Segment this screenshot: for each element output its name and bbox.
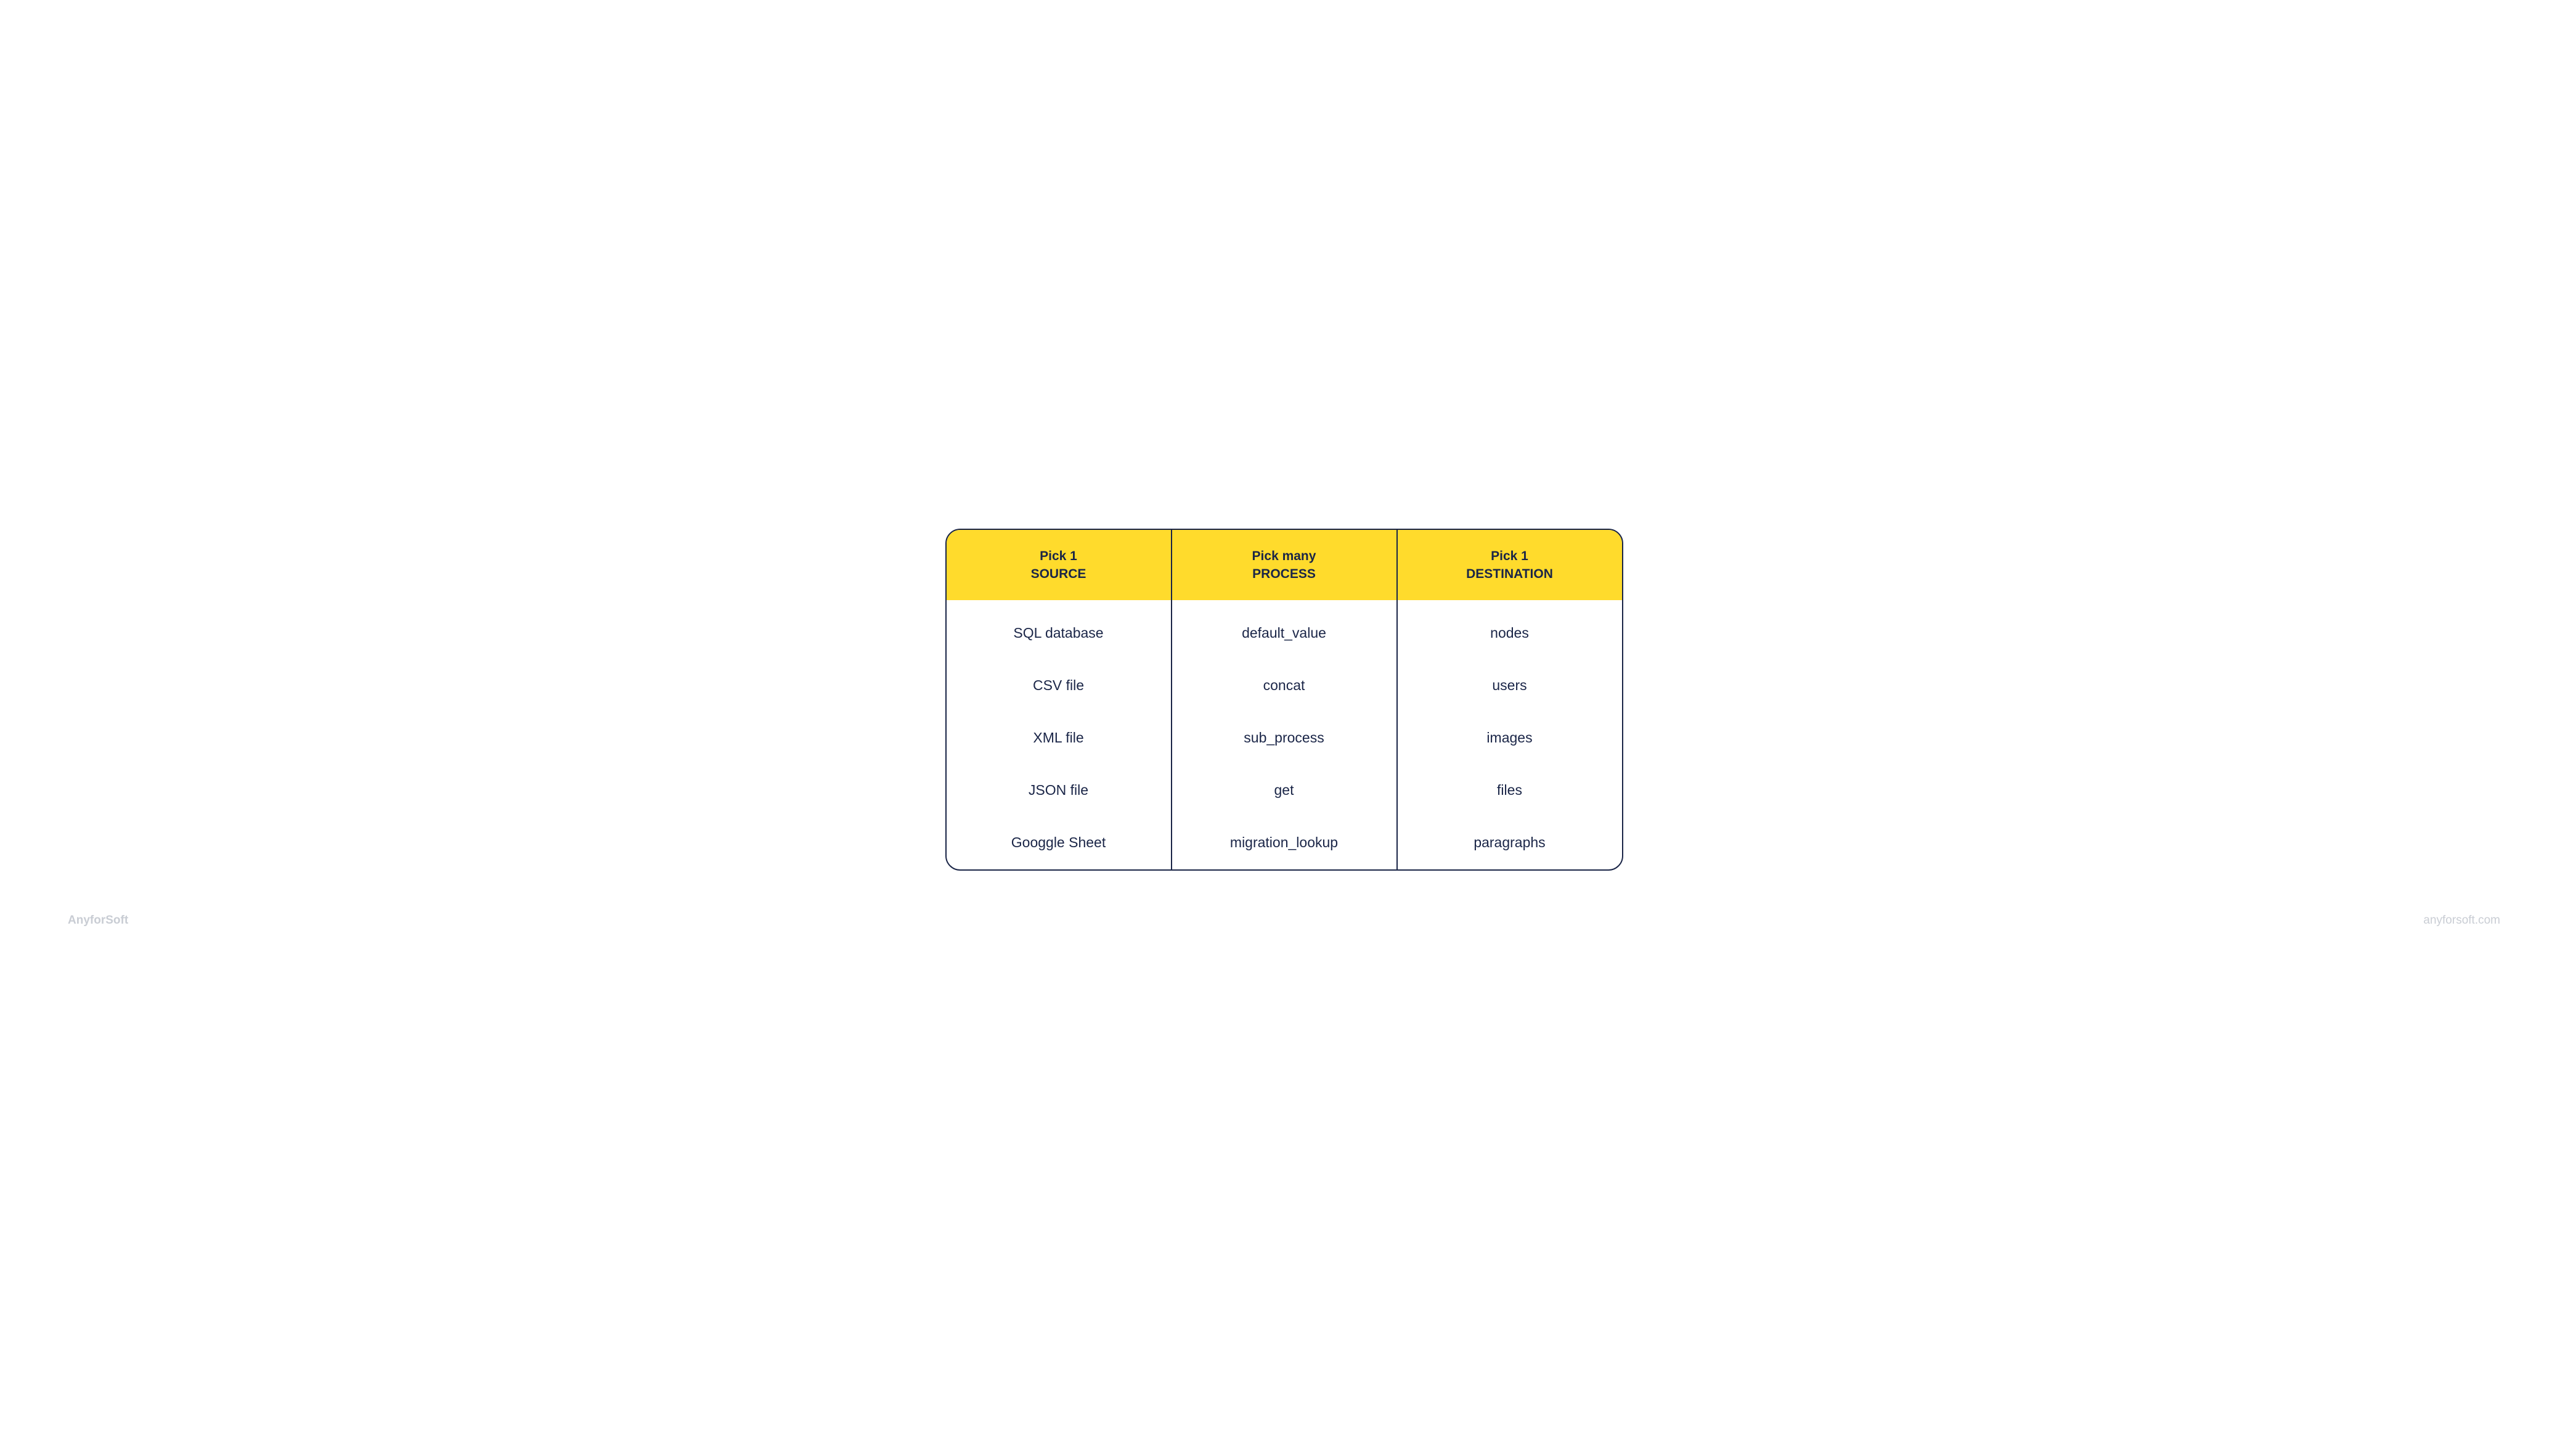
source-item: Googgle Sheet	[959, 834, 1159, 851]
footer-brand: AnyforSoft	[68, 914, 128, 927]
header-source-line1: Pick 1	[1040, 549, 1077, 563]
footer-url: anyforsoft.com	[2423, 914, 2500, 927]
source-item: XML file	[959, 730, 1159, 746]
destination-item: users	[1410, 677, 1610, 694]
source-item: JSON file	[959, 782, 1159, 799]
header-process: Pick many PROCESS	[1172, 530, 1398, 601]
header-destination-line2: DESTINATION	[1466, 567, 1553, 581]
column-process: default_value concat sub_process get mig…	[1172, 600, 1398, 869]
header-process-line2: PROCESS	[1252, 567, 1316, 581]
process-item: get	[1184, 782, 1384, 799]
process-item: sub_process	[1184, 730, 1384, 746]
header-source-line2: SOURCE	[1031, 567, 1086, 581]
destination-item: paragraphs	[1410, 834, 1610, 851]
table-header-row: Pick 1 SOURCE Pick many PROCESS Pick 1 D…	[947, 530, 1622, 601]
process-item: default_value	[1184, 625, 1384, 641]
column-source: SQL database CSV file XML file JSON file…	[947, 600, 1172, 869]
destination-item: files	[1410, 782, 1610, 799]
header-process-line1: Pick many	[1252, 549, 1316, 563]
footer: AnyforSoft anyforsoft.com	[49, 914, 2519, 927]
source-item: CSV file	[959, 677, 1159, 694]
table-body: SQL database CSV file XML file JSON file…	[947, 600, 1622, 869]
migration-table: Pick 1 SOURCE Pick many PROCESS Pick 1 D…	[945, 529, 1623, 871]
process-item: migration_lookup	[1184, 834, 1384, 851]
process-item: concat	[1184, 677, 1384, 694]
source-item: SQL database	[959, 625, 1159, 641]
header-destination-line1: Pick 1	[1491, 549, 1528, 563]
column-destination: nodes users images files paragraphs	[1398, 600, 1622, 869]
destination-item: nodes	[1410, 625, 1610, 641]
header-destination: Pick 1 DESTINATION	[1398, 530, 1622, 601]
header-source: Pick 1 SOURCE	[947, 530, 1172, 601]
destination-item: images	[1410, 730, 1610, 746]
